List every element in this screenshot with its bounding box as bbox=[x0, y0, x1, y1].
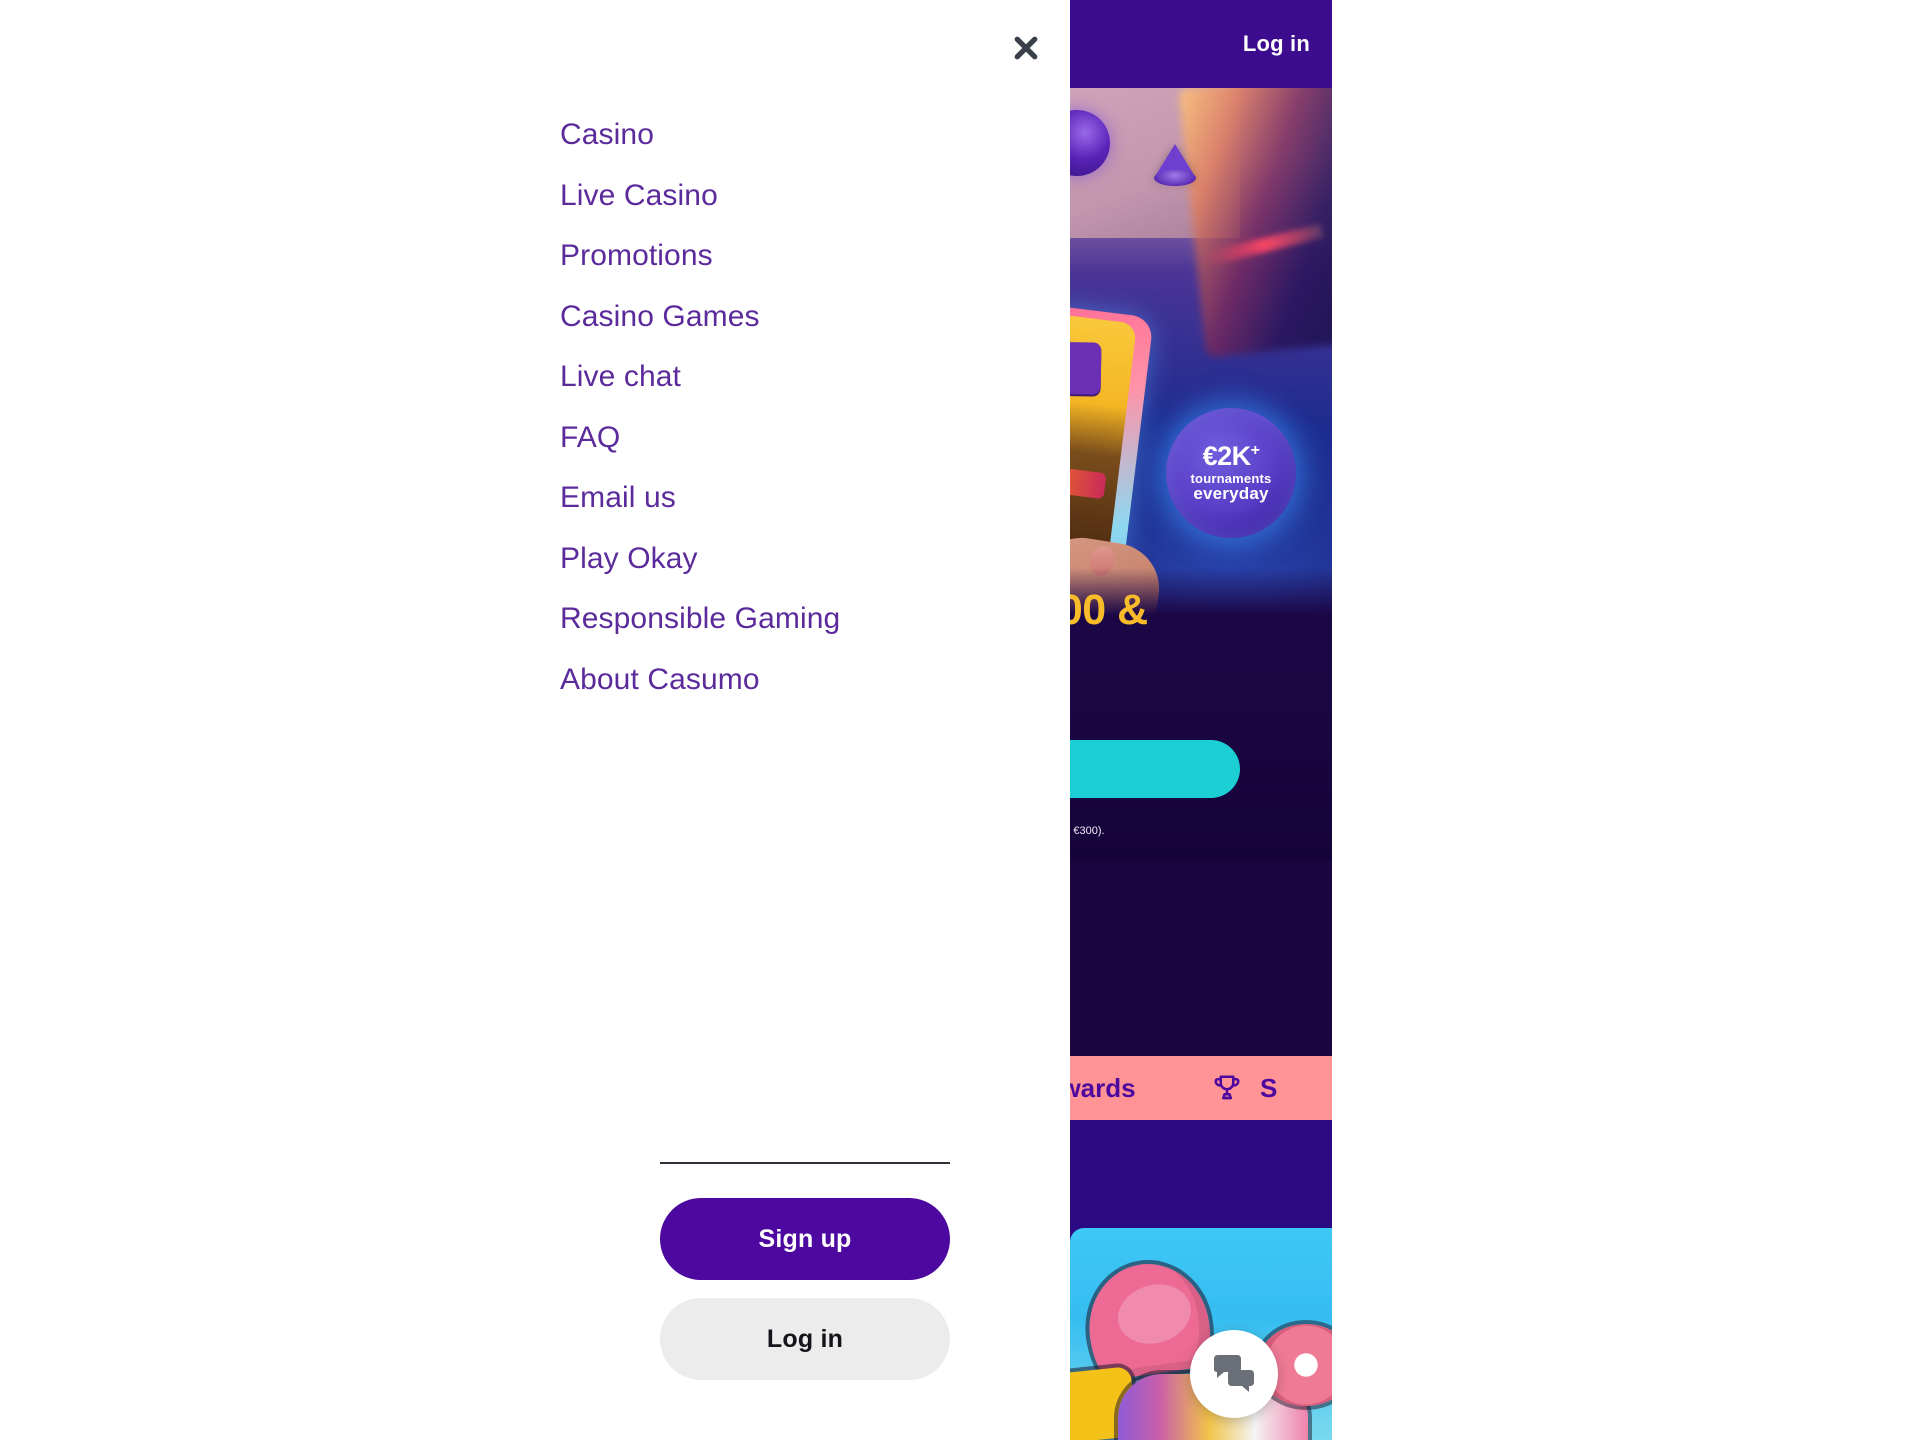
drawer-nav-list: Casino Live Casino Promotions Casino Gam… bbox=[560, 118, 1060, 697]
offer-cta-button[interactable] bbox=[1070, 740, 1240, 798]
navigation-drawer: Casino Live Casino Promotions Casino Gam… bbox=[0, 0, 1070, 1440]
nav-item-live-chat[interactable]: Live chat bbox=[560, 360, 1060, 395]
right-white-gutter bbox=[1332, 0, 1920, 1440]
close-icon[interactable] bbox=[1000, 22, 1052, 74]
site-header-wrap: Log in bbox=[1070, 0, 1332, 88]
trophy-icon bbox=[1212, 1073, 1242, 1103]
hero-orb-subtitle-line1: tournaments bbox=[1190, 470, 1272, 486]
nav-item-about-casumo[interactable]: About Casumo bbox=[560, 663, 1060, 698]
hero-phone-game-badge bbox=[1070, 340, 1102, 395]
nav-item-faq[interactable]: FAQ bbox=[560, 421, 1060, 456]
game-art-heart-highlight bbox=[1110, 1275, 1198, 1353]
rewards-strip-label: ewards bbox=[1070, 1072, 1136, 1103]
chat-bubble-icon[interactable] bbox=[1190, 1330, 1278, 1418]
nav-item-casino[interactable]: Casino bbox=[560, 118, 1060, 153]
hero-arcade-lights-decor bbox=[1178, 88, 1332, 358]
log-in-button[interactable]: Log in bbox=[660, 1298, 950, 1380]
nav-item-casino-games[interactable]: Casino Games bbox=[560, 300, 1060, 335]
offer-headline: €300 & bbox=[1070, 586, 1148, 634]
nav-item-responsible-gaming[interactable]: Responsible Gaming bbox=[560, 602, 1060, 637]
hero-offer-block: €300 & 100% bonus (up to €300). rg.mt • … bbox=[1070, 568, 1332, 860]
game-thumbnail-tile[interactable] bbox=[1070, 1228, 1332, 1440]
nav-item-live-casino[interactable]: Live Casino bbox=[560, 179, 1060, 214]
hero-phone-reel-decor bbox=[1070, 459, 1107, 500]
hero-orb-amount-value: €2K bbox=[1202, 440, 1252, 471]
rewards-strip[interactable]: ewards S bbox=[1070, 1056, 1332, 1120]
offer-terms-text: 100% bonus (up to €300). rg.mt • T&Cs ap… bbox=[1070, 824, 1332, 856]
site-header: Log in bbox=[1070, 0, 1332, 88]
site-page-behind-drawer: €2K+ tournaments everyday €300 & 100% bo… bbox=[1070, 0, 1332, 1440]
nav-item-play-okay[interactable]: Play Okay bbox=[560, 542, 1060, 577]
app-root: €2K+ tournaments everyday €300 & 100% bo… bbox=[0, 0, 1920, 1440]
nav-item-email-us[interactable]: Email us bbox=[560, 481, 1060, 516]
hero-orb-amount-plus: + bbox=[1250, 441, 1260, 459]
hero-orb-subtitle-line2: everyday bbox=[1193, 484, 1269, 504]
hero-cone-base-decor bbox=[1154, 170, 1196, 186]
drawer-divider bbox=[660, 1162, 950, 1164]
hero-tournaments-orb: €2K+ tournaments everyday bbox=[1166, 408, 1296, 538]
offer-terms-line1: 100% bonus (up to €300). bbox=[1070, 825, 1105, 837]
nav-item-promotions[interactable]: Promotions bbox=[560, 239, 1060, 274]
header-login-button[interactable]: Log in bbox=[1243, 31, 1310, 57]
rewards-strip-next-label: S bbox=[1260, 1072, 1278, 1103]
hero-orb-amount: €2K+ bbox=[1202, 440, 1260, 471]
sign-up-button[interactable]: Sign up bbox=[660, 1198, 950, 1280]
